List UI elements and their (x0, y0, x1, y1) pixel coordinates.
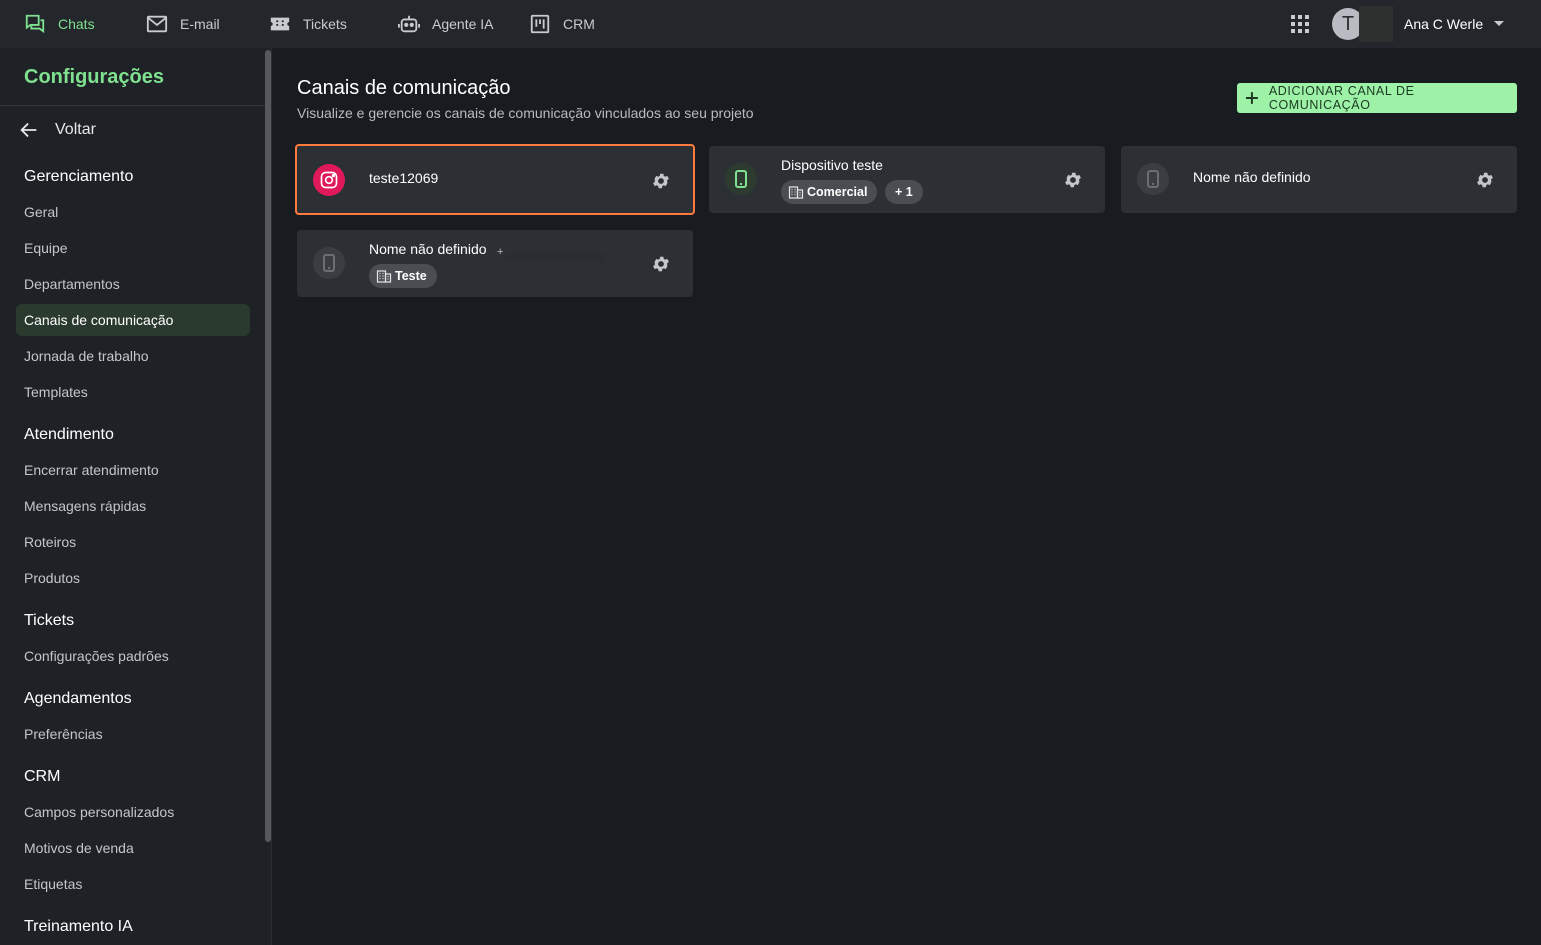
sidebar-item-jornada[interactable]: Jornada de trabalho (16, 340, 250, 372)
kanban-icon (530, 14, 550, 34)
nav-email[interactable]: E-mail (146, 0, 220, 48)
nav-email-label: E-mail (180, 16, 220, 32)
section-atendimento: Atendimento (24, 426, 114, 443)
nav-chats[interactable]: Chats (24, 0, 95, 48)
sidebar-item-geral[interactable]: Geral (16, 196, 250, 228)
gear-icon[interactable] (651, 171, 671, 191)
channel-name: Dispositivo teste (781, 157, 883, 173)
section-treinamento-ia: Treinamento IA (24, 918, 133, 935)
sidebar-scrollbar[interactable] (265, 50, 271, 842)
channel-name: Nome não definido (1193, 169, 1311, 185)
ticket-icon (270, 17, 290, 31)
building-icon (376, 270, 392, 283)
sidebar-item-equipe[interactable]: Equipe (16, 232, 250, 264)
chip-label: Teste (395, 269, 427, 283)
department-chip: Comercial (781, 180, 878, 204)
channel-card[interactable]: Nome não definido + Teste (297, 230, 693, 297)
gear-icon[interactable] (1063, 170, 1083, 190)
nav-chats-label: Chats (58, 16, 95, 32)
channel-name: teste12069 (369, 170, 439, 186)
robot-icon (398, 15, 420, 33)
nav-agente-ia[interactable]: Agente IA (398, 0, 494, 48)
settings-sidebar: Configurações Voltar Gerenciamento Geral… (0, 48, 272, 945)
more-chip[interactable]: + 1 (885, 180, 923, 204)
user-name[interactable]: Ana C Werle (1404, 0, 1483, 48)
back-label: Voltar (55, 121, 96, 138)
building-icon (788, 186, 804, 199)
section-gerenciamento: Gerenciamento (24, 168, 134, 185)
nav-tickets[interactable]: Tickets (269, 0, 347, 48)
add-channel-label: ADICIONAR CANAL DE COMUNICAÇÃO (1268, 84, 1415, 112)
section-tickets: Tickets (24, 612, 75, 629)
sidebar-item-encerrar[interactable]: Encerrar atendimento (16, 454, 250, 486)
sidebar-item-etiquetas[interactable]: Etiquetas (16, 868, 250, 900)
channel-card[interactable]: Nome não definido (1121, 146, 1517, 213)
sidebar-item-preferencias[interactable]: Preferências (16, 718, 250, 750)
plus-icon (1245, 92, 1258, 104)
sidebar-item-canais[interactable]: Canais de comunicação (16, 304, 250, 336)
channel-extra: + (497, 246, 504, 258)
apps-grid-icon[interactable] (1290, 14, 1310, 34)
chip-label: Comercial (807, 185, 868, 199)
section-crm: CRM (24, 768, 61, 785)
chevron-down-icon[interactable] (1494, 21, 1504, 26)
sidebar-item-motivos[interactable]: Motivos de venda (16, 832, 250, 864)
nav-agente-ia-label: Agente IA (432, 16, 494, 32)
nav-tickets-label: Tickets (303, 16, 347, 32)
channel-card[interactable]: Dispositivo teste Comercial + 1 (709, 146, 1105, 213)
chat-icon (25, 14, 45, 34)
sidebar-title: Configurações (24, 66, 165, 88)
top-navigation: Chats E-mail Tickets Agente IA CRM T Ana… (0, 0, 1541, 48)
channel-card[interactable]: teste12069 (295, 144, 695, 215)
add-channel-button[interactable]: ADICIONAR CANAL DE COMUNICAÇÃO (1237, 83, 1517, 113)
gear-icon[interactable] (1475, 170, 1495, 190)
sidebar-item-campos[interactable]: Campos personalizados (16, 796, 250, 828)
gear-icon[interactable] (651, 254, 671, 274)
redacted-number (505, 252, 605, 262)
nav-crm-label: CRM (563, 16, 595, 32)
divider (0, 105, 266, 106)
sidebar-item-produtos[interactable]: Produtos (16, 562, 250, 594)
mail-icon (146, 15, 168, 33)
sidebar-item-mensagens[interactable]: Mensagens rápidas (16, 490, 250, 522)
avatar-image (1359, 6, 1393, 42)
sidebar-item-roteiros[interactable]: Roteiros (16, 526, 250, 558)
channel-name: Nome não definido (369, 241, 487, 257)
sidebar-item-departamentos[interactable]: Departamentos (16, 268, 250, 300)
phone-icon (725, 163, 757, 195)
section-agendamentos: Agendamentos (24, 690, 132, 707)
sidebar-item-config-padroes[interactable]: Configurações padrões (16, 640, 250, 672)
back-button[interactable]: Voltar (18, 118, 96, 142)
phone-icon (313, 247, 345, 279)
arrow-left-icon (20, 122, 37, 138)
department-chip: Teste (369, 264, 437, 288)
page-subtitle: Visualize e gerencie os canais de comuni… (297, 105, 754, 121)
page-title: Canais de comunicação (297, 77, 511, 99)
sidebar-item-templates[interactable]: Templates (16, 376, 250, 408)
nav-crm[interactable]: CRM (529, 0, 595, 48)
instagram-icon (313, 164, 345, 196)
phone-icon (1137, 163, 1169, 195)
